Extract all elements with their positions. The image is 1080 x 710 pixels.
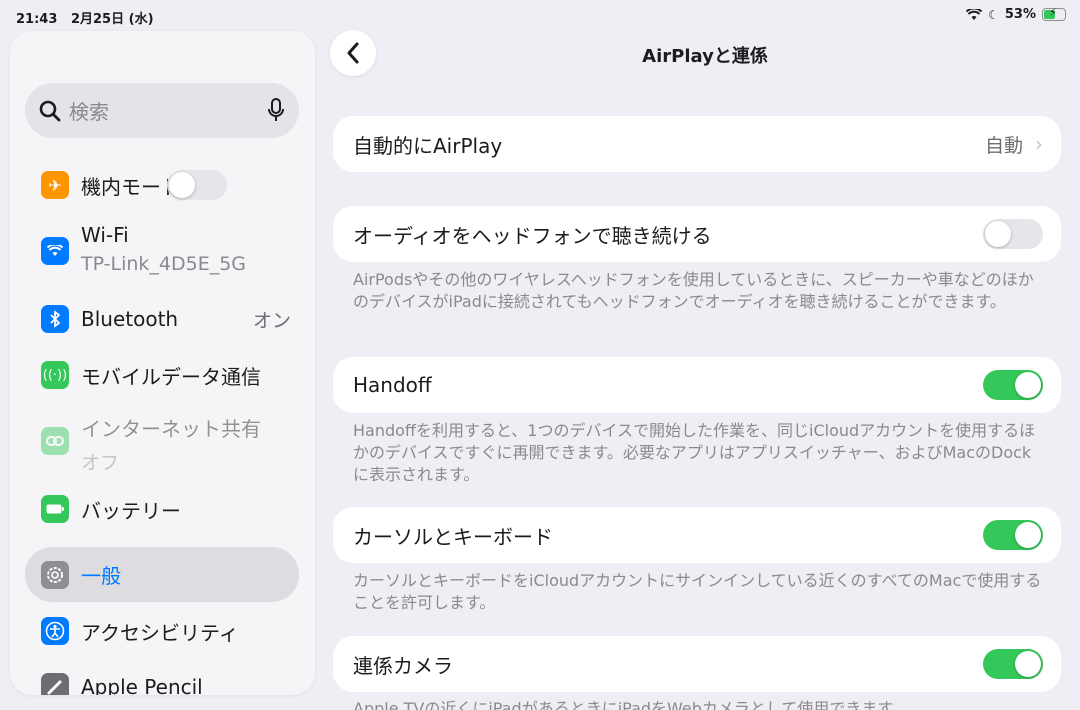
sidebar-item-bluetooth[interactable]: Bluetooth オン (25, 303, 299, 335)
microphone-icon[interactable] (267, 97, 285, 124)
bolt-icon: ⚡ (1049, 6, 1057, 19)
row-label: カーソルとキーボード (353, 524, 553, 549)
wifi-network-name: TP-Link_4D5E_5G (81, 253, 247, 275)
status-bar: 21:43 2月25日 (水) ☾ 53% ⚡ (0, 0, 1080, 30)
back-button[interactable] (330, 30, 376, 76)
row-label: Handoff (353, 373, 432, 397)
airplane-mode-toggle[interactable] (167, 170, 227, 200)
bluetooth-status: オン (252, 309, 291, 332)
sidebar-item-personal-hotspot[interactable]: インターネット共有 オフ (25, 413, 299, 475)
wifi-status-icon (966, 8, 983, 20)
gear-icon (41, 560, 69, 589)
moon-icon: ☾ (988, 7, 999, 22)
airplay-auto-row[interactable]: 自動的にAirPlay 自動 › (333, 116, 1061, 172)
sidebar-item-label: インターネット共有 (81, 417, 261, 441)
battery-icon: ⚡ (1042, 6, 1066, 21)
sidebar-item-label: モバイルデータ通信 (81, 364, 261, 389)
wifi-text: Wi-Fi TP-Link_4D5E_5G (81, 223, 246, 275)
battery-percent: 53% (1004, 7, 1036, 22)
sidebar: 検索 ✈ 機内モード Wi-Fi TP-Link_4D5E_5G Bluetoo… (10, 31, 315, 695)
continuity-camera-row[interactable]: 連係カメラ (333, 636, 1061, 692)
accessibility-icon (41, 617, 69, 645)
row-label: 自動的にAirPlay (353, 133, 503, 158)
toggle-knob (985, 221, 1011, 247)
status-right: ☾ 53% ⚡ (966, 6, 1066, 22)
chevron-left-icon (347, 42, 359, 64)
cursor-keyboard-row[interactable]: カーソルとキーボード (333, 507, 1061, 563)
sidebar-item-accessibility[interactable]: アクセシビリティ (25, 615, 299, 647)
toggle-knob (1015, 651, 1041, 677)
status-clock: 21:43 (16, 12, 58, 27)
bluetooth-icon (41, 305, 69, 333)
battery-icon (41, 495, 69, 523)
cursor-keyboard-toggle[interactable] (983, 520, 1043, 550)
sidebar-item-label: アクセシビリティ (81, 620, 239, 645)
sidebar-item-label: Wi-Fi (81, 223, 129, 247)
airplane-icon: ✈ (41, 171, 69, 199)
continuity-camera-footnote: Apple TVの近くにiPadがあるときにiPadをWebカメラとして使用でき… (353, 699, 908, 710)
search-icon (39, 100, 61, 121)
wifi-icon (41, 237, 69, 265)
headphone-audio-toggle[interactable] (983, 219, 1043, 249)
handoff-toggle[interactable] (983, 370, 1043, 400)
row-value: 自動 (984, 134, 1023, 157)
row-label: 連係カメラ (353, 653, 453, 678)
handoff-footnote: Handoffを利用すると、1つのデバイスで開始した作業を、同じiCloudアカ… (353, 421, 1036, 484)
sidebar-item-label: 機内モード (81, 174, 181, 199)
continuity-camera-toggle[interactable] (983, 649, 1043, 679)
hotspot-text: インターネット共有 オフ (81, 413, 261, 475)
sidebar-item-wifi[interactable]: Wi-Fi TP-Link_4D5E_5G (25, 223, 299, 283)
search-input[interactable]: 検索 (69, 96, 267, 125)
cursor-keyboard-footnote: カーソルとキーボードをiCloudアカウントにサインインしている近くのすべてのM… (353, 571, 1042, 612)
sidebar-item-apple-pencil[interactable]: Apple Pencil (25, 671, 299, 695)
handoff-row[interactable]: Handoff (333, 357, 1061, 413)
status-date: 2月25日 (水) (70, 12, 154, 27)
sidebar-item-label: Apple Pencil (81, 675, 203, 695)
sidebar-item-label: バッテリー (81, 498, 181, 523)
page-title: AirPlayと連係 (642, 46, 768, 67)
headphone-audio-row[interactable]: オーディオをヘッドフォンで聴き続ける (333, 206, 1061, 262)
link-icon (41, 427, 69, 455)
toggle-knob (1015, 372, 1041, 398)
pencil-icon (41, 673, 69, 695)
toggle-knob (169, 172, 195, 198)
toggle-knob (1015, 522, 1041, 548)
search-bar[interactable]: 検索 (25, 83, 299, 138)
sidebar-item-general[interactable]: 一般 (25, 547, 299, 602)
sidebar-item-airplane-mode[interactable]: ✈ 機内モード (25, 169, 299, 201)
antenna-icon: ((·)) (41, 361, 69, 389)
sidebar-item-mobile-data[interactable]: ((·)) モバイルデータ通信 (25, 359, 299, 391)
chevron-right-icon: › (1035, 132, 1043, 156)
headphone-audio-footnote: AirPodsやその他のワイヤレスヘッドフォンを使用しているときに、スピーカーや… (353, 270, 1034, 311)
row-label: オーディオをヘッドフォンで聴き続ける (353, 223, 712, 248)
hotspot-status: オフ (81, 452, 120, 474)
sidebar-item-battery[interactable]: バッテリー (25, 493, 299, 525)
sidebar-item-label: Bluetooth (81, 307, 179, 331)
status-time: 21:43 2月25日 (水) (16, 8, 154, 27)
sidebar-item-label: 一般 (81, 564, 121, 588)
